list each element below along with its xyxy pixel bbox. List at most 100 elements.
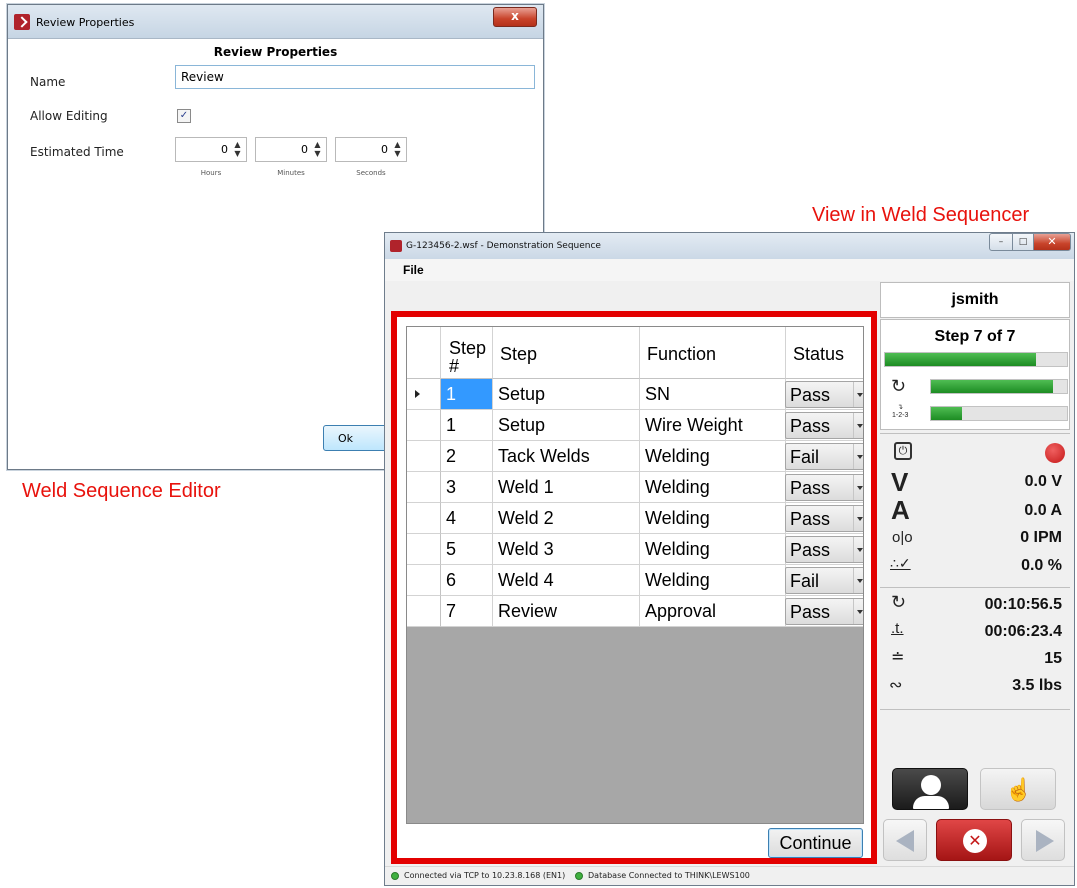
table-row[interactable]: 3 Weld 1 Welding Pass <box>407 472 863 503</box>
cell-step[interactable]: Review <box>493 596 640 627</box>
dropdown-arrow-icon[interactable] <box>853 599 863 624</box>
row-header[interactable] <box>407 596 441 627</box>
left-arrow-icon <box>896 830 914 852</box>
cell-step-number[interactable]: 7 <box>441 596 493 627</box>
status-dropdown[interactable]: Pass <box>785 505 863 532</box>
maximize-button[interactable]: □ <box>1012 233 1034 251</box>
status-dropdown[interactable]: Pass <box>785 412 863 439</box>
cell-step-number[interactable]: 2 <box>441 441 493 472</box>
continue-button[interactable]: Continue <box>768 828 863 858</box>
cell-step-number[interactable]: 1 <box>441 379 493 410</box>
operator-button[interactable] <box>892 768 968 810</box>
cell-step[interactable]: Tack Welds <box>493 441 640 472</box>
connection-status-text: Connected via TCP to 10.23.8.168 (EN1) <box>404 871 566 880</box>
status-dropdown[interactable]: Pass <box>785 474 863 501</box>
minimize-button[interactable]: – <box>989 233 1013 251</box>
cell-step-number[interactable]: 5 <box>441 534 493 565</box>
person-icon <box>921 775 941 795</box>
dropdown-arrow-icon[interactable] <box>853 444 863 469</box>
cell-step[interactable]: Setup <box>493 410 640 441</box>
status-dropdown[interactable]: Fail <box>785 567 863 594</box>
status-dropdown[interactable]: Pass <box>785 536 863 563</box>
column-header-step-number-line2: # <box>449 356 460 376</box>
dropdown-arrow-icon[interactable] <box>853 475 863 500</box>
weld-sequencer-window: G-123456-2.wsf - Demonstration Sequence … <box>384 232 1075 886</box>
step-progress-bar <box>884 352 1068 367</box>
cell-function[interactable]: Welding <box>640 503 786 534</box>
dropdown-arrow-icon[interactable] <box>853 413 863 438</box>
column-header-status[interactable]: Status <box>786 327 863 379</box>
status-value: Pass <box>790 385 831 405</box>
dropdown-arrow-icon[interactable] <box>853 568 863 593</box>
cell-function[interactable]: Welding <box>640 472 786 503</box>
cell-function[interactable]: Welding <box>640 534 786 565</box>
table-row[interactable]: 7 Review Approval Pass <box>407 596 863 627</box>
table-row[interactable]: 6 Weld 4 Welding Fail <box>407 565 863 596</box>
table-row[interactable]: 1 Setup Wire Weight Pass <box>407 410 863 441</box>
cell-function[interactable]: Approval <box>640 596 786 627</box>
dropdown-arrow-icon[interactable] <box>853 506 863 531</box>
row-header[interactable] <box>407 441 441 472</box>
table-row[interactable]: 5 Weld 3 Welding Pass <box>407 534 863 565</box>
seconds-stepper[interactable]: 0 ▲ ▼ <box>335 137 407 162</box>
name-label: Name <box>30 75 66 89</box>
stepper-arrows-icon[interactable]: ▲ ▼ <box>313 140 322 158</box>
cell-step[interactable]: Weld 4 <box>493 565 640 596</box>
status-dropdown[interactable]: Fail <box>785 443 863 470</box>
row-header[interactable] <box>407 565 441 596</box>
cell-function[interactable]: Welding <box>640 441 786 472</box>
row-header[interactable] <box>407 534 441 565</box>
dialog-title: Review Properties <box>36 16 135 29</box>
sequence-highlight-frame: Step # Step Function Status 1 Setup SN Pass 1… <box>391 311 877 864</box>
close-button[interactable]: ✕ <box>1033 233 1071 251</box>
cell-step[interactable]: Weld 1 <box>493 472 640 503</box>
cell-step-number[interactable]: 3 <box>441 472 493 503</box>
dialog-close-button[interactable]: x <box>493 7 537 27</box>
cell-step[interactable]: Setup <box>493 379 640 410</box>
cell-step[interactable]: Weld 2 <box>493 503 640 534</box>
cell-function[interactable]: SN <box>640 379 786 410</box>
record-indicator-icon <box>1045 443 1065 463</box>
table-row[interactable]: 2 Tack Welds Welding Fail <box>407 441 863 472</box>
row-header[interactable] <box>407 503 441 534</box>
table-row[interactable]: 1 Setup SN Pass <box>407 379 863 410</box>
stepper-arrows-icon[interactable]: ▲ ▼ <box>393 140 402 158</box>
supervisor-hand-button[interactable]: ☝ <box>980 768 1056 810</box>
database-status-icon <box>575 872 583 880</box>
cell-step-number[interactable]: 1 <box>441 410 493 441</box>
dialog-titlebar: Review Properties x <box>8 5 543 39</box>
menu-file[interactable]: File <box>403 263 424 277</box>
sequencer-title: G-123456-2.wsf - Demonstration Sequence <box>406 241 601 251</box>
arc-time-icon: .t. <box>891 620 904 637</box>
cancel-button[interactable]: ✕ <box>936 819 1012 861</box>
minutes-stepper[interactable]: 0 ▲ ▼ <box>255 137 327 162</box>
cell-step-number[interactable]: 6 <box>441 565 493 596</box>
dropdown-arrow-icon[interactable] <box>853 537 863 562</box>
next-button[interactable] <box>1021 819 1065 861</box>
status-dropdown[interactable]: Pass <box>785 381 863 408</box>
cell-step-number[interactable]: 4 <box>441 503 493 534</box>
row-header[interactable] <box>407 472 441 503</box>
allow-editing-checkbox[interactable]: ✓ <box>177 109 191 123</box>
column-header-step-number[interactable]: Step # <box>441 327 493 379</box>
cell-function[interactable]: Wire Weight <box>640 410 786 441</box>
hours-caption: Hours <box>200 169 222 177</box>
cell-function[interactable]: Welding <box>640 565 786 596</box>
row-header[interactable] <box>407 379 441 410</box>
panel-divider <box>880 433 1070 434</box>
previous-button[interactable] <box>883 819 927 861</box>
column-header-step[interactable]: Step <box>493 327 640 379</box>
ok-button[interactable]: Ok <box>323 425 393 451</box>
row-header[interactable] <box>407 410 441 441</box>
hours-stepper[interactable]: 0 ▲ ▼ <box>175 137 247 162</box>
table-row[interactable]: 4 Weld 2 Welding Pass <box>407 503 863 534</box>
status-dropdown[interactable]: Pass <box>785 598 863 625</box>
name-input[interactable] <box>175 65 535 89</box>
stepper-arrows-icon[interactable]: ▲ ▼ <box>233 140 242 158</box>
dropdown-arrow-icon[interactable] <box>853 382 863 407</box>
column-header-step-number-line1: Step <box>449 338 487 358</box>
column-header-function[interactable]: Function <box>640 327 786 379</box>
seconds-value: 0 <box>381 143 388 156</box>
status-value: Pass <box>790 416 831 436</box>
cell-step[interactable]: Weld 3 <box>493 534 640 565</box>
